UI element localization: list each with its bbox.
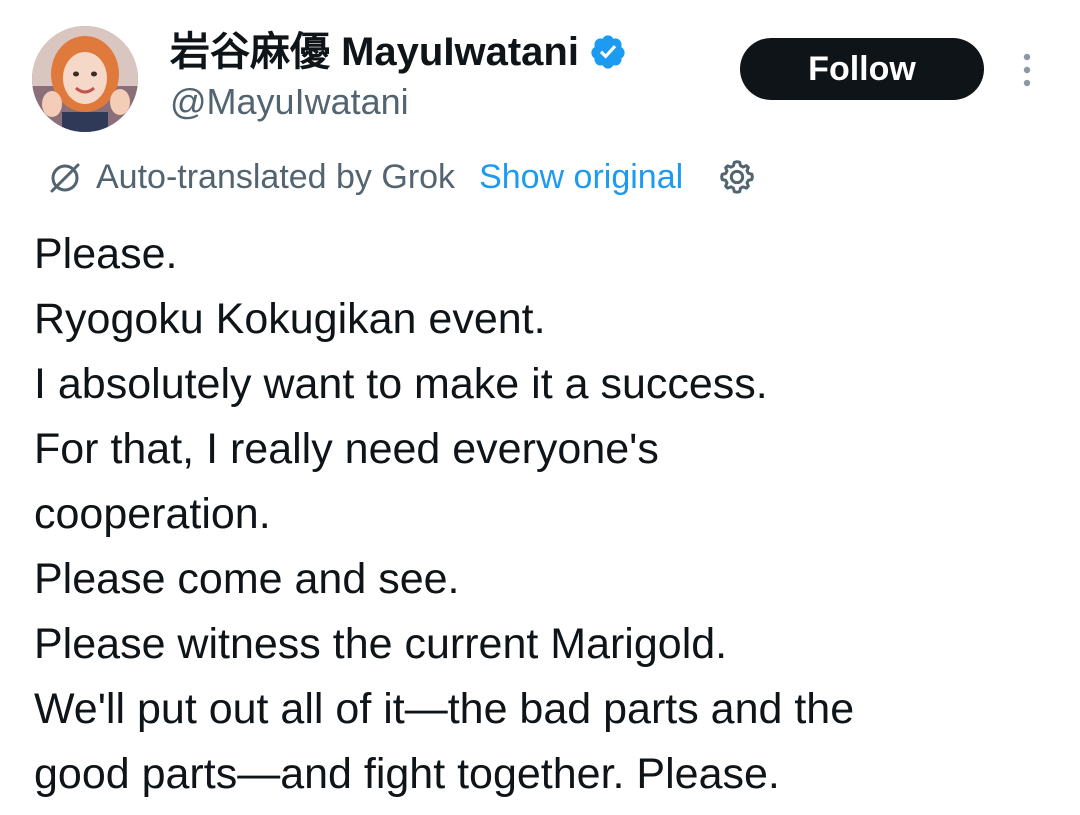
author-handle[interactable]: @MayuIwatani [170, 80, 409, 124]
follow-button[interactable]: Follow [740, 38, 984, 100]
gear-icon[interactable] [717, 157, 757, 197]
translation-bar: Auto-translated by Grok Show original [44, 152, 757, 202]
tweet-line: For that, I really need everyone's [34, 425, 659, 473]
tweet-line: Ryogoku Kokugikan event. [34, 295, 546, 343]
verified-badge-icon [591, 35, 625, 69]
display-name-text: 岩谷麻優 MayuIwatani [170, 30, 579, 74]
translate-slash-icon [50, 163, 80, 193]
tweet-line: I absolutely want to make it a success. [34, 360, 768, 408]
tweet-line: cooperation. [34, 490, 271, 538]
tweet-line: We'll put out all of it—the bad parts an… [34, 685, 855, 733]
author-display-name[interactable]: 岩谷麻優 MayuIwatani [170, 28, 627, 76]
auto-translated-label: Auto-translated by Grok [96, 157, 456, 196]
tweet-line: Please witness the current Marigold. [34, 620, 728, 668]
vertical-ellipsis-icon[interactable] [1016, 48, 1038, 92]
tweet-line: good parts—and fight together. Please. [34, 750, 780, 798]
tweet-line: Please. [34, 230, 178, 278]
profile-photo [32, 26, 138, 132]
avatar[interactable] [32, 26, 138, 132]
tweet-text: Please. Ryogoku Kokugikan event. I absol… [34, 222, 1054, 807]
show-original-link[interactable]: Show original [479, 158, 683, 197]
tweet-line: Please come and see. [34, 555, 460, 603]
